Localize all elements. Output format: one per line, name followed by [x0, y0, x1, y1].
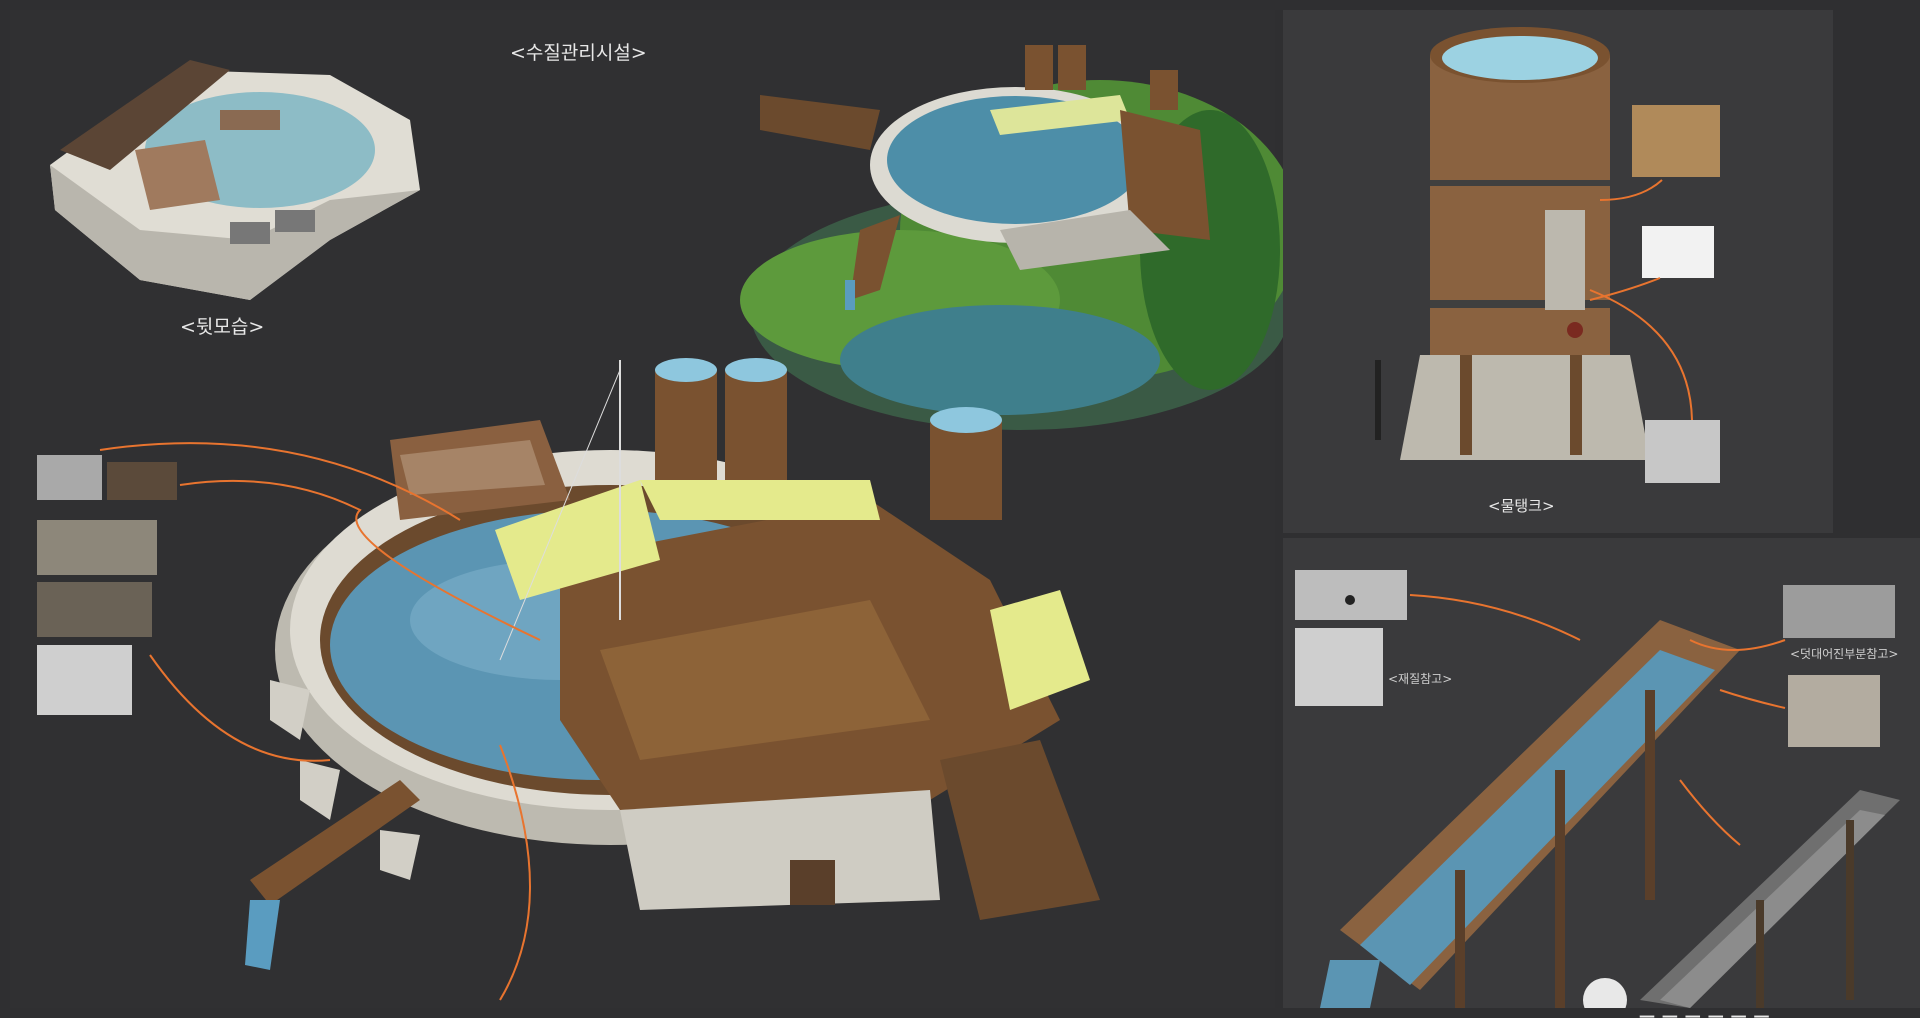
watermark-logo-icon: [1583, 978, 1627, 1008]
aqueduct-small: [1640, 790, 1900, 1008]
channel-illustration: [1295, 570, 1900, 1008]
patched-ref-caption: <덧대어진부분참고>: [1790, 647, 1899, 661]
material-ref-caption: <재질참고>: [1388, 672, 1453, 686]
watermark-text: _ _ _ _ _ _: [1640, 985, 1769, 1018]
